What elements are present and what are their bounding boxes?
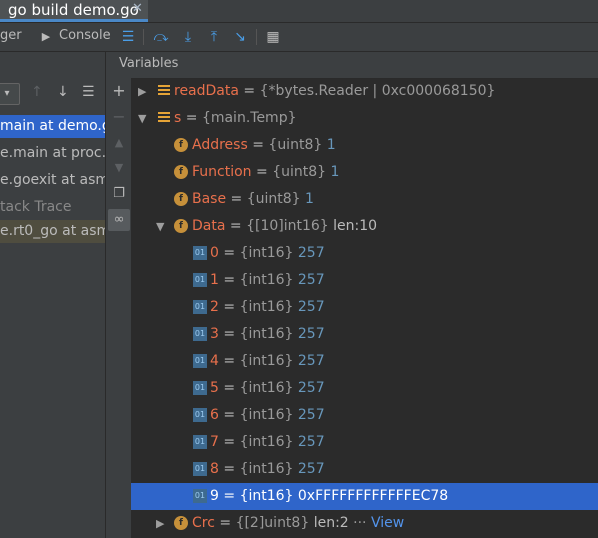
toolbar-separator — [256, 29, 257, 45]
run-to-cursor-icon[interactable]: ↘ — [230, 27, 250, 47]
view-link[interactable]: View — [371, 515, 404, 531]
primitive-value-icon: 01 — [193, 462, 207, 476]
field-icon: f — [174, 516, 188, 530]
primitive-value-icon: 01 — [193, 354, 207, 368]
variable-entry: Data = {[10]int16} len:10 — [192, 218, 378, 234]
variable-row-selected[interactable]: 01 9 = {int16} 0xFFFFFFFFFFFFEC78 — [131, 483, 598, 510]
variable-entry: 8 = {int16} 257 — [210, 461, 325, 477]
variable-entry: 0 = {int16} 257 — [210, 245, 325, 261]
thread-dropdown[interactable]: ▾ — [0, 83, 20, 105]
run-tab-bar: go build demo.go ✕ — [0, 0, 598, 23]
show-execution-point-icon[interactable]: ☰ — [118, 27, 138, 47]
variable-row[interactable]: 01 4 = {int16} 257 — [131, 348, 598, 375]
collapse-arrow-icon[interactable]: ▼ — [156, 213, 164, 240]
tab-debugger[interactable]: ger — [0, 28, 22, 43]
console-icon: ▶ — [41, 30, 51, 43]
expand-arrow-icon[interactable]: ▶ — [156, 510, 164, 537]
step-into-icon[interactable]: ⤓ — [178, 27, 198, 47]
variable-entry: Crc = {[2]uint8} len:2 ··· View — [192, 515, 405, 531]
move-down-icon[interactable]: ▼ — [108, 157, 130, 179]
tab-console[interactable]: Console — [59, 28, 111, 43]
frame-item[interactable]: e.rt0_go at asm_ — [0, 220, 105, 243]
field-icon: f — [174, 165, 188, 179]
show-watches-icon[interactable]: ∞ — [108, 209, 130, 231]
primitive-value-icon: 01 — [193, 408, 207, 422]
copy-icon[interactable]: ❐ — [108, 183, 130, 205]
move-up-icon[interactable]: ▲ — [108, 132, 130, 154]
add-watch-icon[interactable]: + — [108, 80, 130, 102]
variable-entry: 3 = {int16} 257 — [210, 326, 325, 342]
variable-row[interactable]: 01 7 = {int16} 257 — [131, 429, 598, 456]
frame-item[interactable]: main at demo.go — [0, 115, 105, 138]
primitive-value-icon: 01 — [193, 489, 207, 503]
toolbar-separator — [143, 29, 144, 45]
variable-entry: 2 = {int16} 257 — [210, 299, 325, 315]
remove-watch-icon[interactable]: − — [108, 106, 130, 128]
struct-icon — [158, 85, 170, 98]
variable-entry: 4 = {int16} 257 — [210, 353, 325, 369]
variable-row[interactable]: ▼ s = {main.Temp} — [131, 105, 598, 132]
variable-entry: Function = {uint8} 1 — [192, 164, 340, 180]
run-tab-title: go build demo.go — [8, 1, 139, 19]
arrow-down-icon[interactable]: ↓ — [57, 84, 69, 100]
variables-panel: Variables ▶ readData = {*bytes.Reader | … — [119, 52, 598, 538]
field-icon: f — [174, 219, 188, 233]
primitive-value-icon: 01 — [193, 273, 207, 287]
expand-arrow-icon[interactable]: ▶ — [138, 78, 146, 105]
variable-entry: 1 = {int16} 257 — [210, 272, 325, 288]
frames-header — [0, 52, 105, 78]
run-tab[interactable]: go build demo.go ✕ — [0, 0, 148, 22]
variable-entry: readData = {*bytes.Reader | 0xc000068150… — [174, 83, 496, 99]
variable-row[interactable]: 01 3 = {int16} 257 — [131, 321, 598, 348]
step-over-icon[interactable]: ⤼ — [151, 27, 171, 47]
primitive-value-icon: 01 — [193, 300, 207, 314]
frames-panel: ▾ ↑ ↓ ☰ main at demo.go e.main at proc.g… — [0, 52, 105, 538]
variables-toolbar: + − ▲ ▼ ❐ ∞ — [105, 52, 133, 538]
primitive-value-icon: 01 — [193, 327, 207, 341]
arrow-up-icon[interactable]: ↑ — [31, 84, 43, 100]
variable-row[interactable]: 01 6 = {int16} 257 — [131, 402, 598, 429]
variable-row[interactable]: ▼ f Data = {[10]int16} len:10 — [131, 213, 598, 240]
primitive-value-icon: 01 — [193, 435, 207, 449]
variables-title: Variables — [119, 56, 179, 71]
close-icon[interactable]: ✕ — [132, 1, 143, 16]
async-stack-trace-label: tack Trace — [0, 199, 72, 215]
step-out-icon[interactable]: ⤒ — [204, 27, 224, 47]
variable-row[interactable]: 01 5 = {int16} 257 — [131, 375, 598, 402]
variable-entry: 5 = {int16} 257 — [210, 380, 325, 396]
frame-item[interactable]: e.main at proc.go — [0, 142, 105, 165]
variable-entry: 9 = {int16} 0xFFFFFFFFFFFFEC78 — [210, 488, 449, 504]
primitive-value-icon: 01 — [193, 381, 207, 395]
filter-icon[interactable]: ☰ — [82, 84, 95, 100]
variable-entry: 7 = {int16} 257 — [210, 434, 325, 450]
variable-row[interactable]: f Address = {uint8} 1 — [131, 132, 598, 159]
variable-entry: 6 = {int16} 257 — [210, 407, 325, 423]
field-icon: f — [174, 138, 188, 152]
variable-entry: Base = {uint8} 1 — [192, 191, 314, 207]
debug-toolbar: ger ▶ Console ☰ ⤼ ⤓ ⤒ ↘ ▦ — [0, 23, 598, 52]
active-tab-indicator — [0, 19, 148, 22]
variable-row[interactable]: f Base = {uint8} 1 — [131, 186, 598, 213]
variable-row[interactable]: 01 0 = {int16} 257 — [131, 240, 598, 267]
variables-header: Variables — [119, 52, 598, 79]
struct-icon — [158, 112, 170, 125]
primitive-value-icon: 01 — [193, 246, 207, 260]
variable-row[interactable]: ▶ f Crc = {[2]uint8} len:2 ··· View — [131, 510, 598, 537]
evaluate-expression-icon[interactable]: ▦ — [263, 27, 283, 47]
field-icon: f — [174, 192, 188, 206]
variable-row[interactable]: f Function = {uint8} 1 — [131, 159, 598, 186]
collapse-arrow-icon[interactable]: ▼ — [138, 105, 146, 132]
variable-entry: s = {main.Temp} — [174, 110, 297, 126]
frame-item[interactable]: e.goexit at asm_ — [0, 169, 105, 192]
frames-controls: ▾ ↑ ↓ ☰ — [0, 80, 105, 108]
variable-row[interactable]: ▶ readData = {*bytes.Reader | 0xc0000681… — [131, 78, 598, 105]
variable-row[interactable]: 01 2 = {int16} 257 — [131, 294, 598, 321]
variable-row[interactable]: 01 1 = {int16} 257 — [131, 267, 598, 294]
variable-row[interactable]: 01 8 = {int16} 257 — [131, 456, 598, 483]
variable-entry: Address = {uint8} 1 — [192, 137, 336, 153]
